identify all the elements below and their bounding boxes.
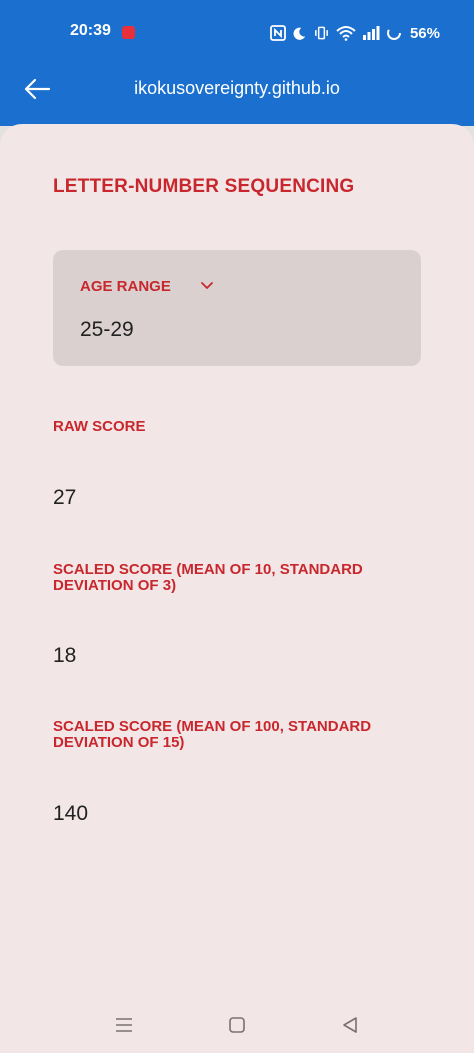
age-range-select[interactable]: AGE RANGE 25-29 — [53, 250, 421, 366]
home-icon[interactable] — [225, 1013, 249, 1037]
raw-score-value: 27 — [53, 486, 77, 509]
age-range-label: AGE RANGE — [80, 278, 171, 295]
scaled-score-10-value: 18 — [53, 644, 77, 667]
page-url: ikokusovereignty.github.io — [134, 78, 340, 98]
battery-percent: 56% — [409, 24, 440, 42]
scaled-score-100-value: 140 — [53, 802, 89, 825]
status-time: 20:39 — [70, 22, 111, 39]
notification-icon — [122, 26, 135, 39]
chevron-down-icon — [199, 278, 215, 294]
browser-header: 20:39 56% ikokusovereignty.github.io — [0, 0, 474, 126]
age-range-value: 25-29 — [80, 318, 134, 341]
battery-icon — [386, 25, 402, 41]
signal-icon — [362, 25, 380, 41]
browser-nav-bar: ikokusovereignty.github.io — [0, 64, 474, 114]
scaled-score-100-label: SCALED SCORE (MEAN OF 100, STANDARD DEVI… — [53, 718, 372, 751]
content-sheet: LETTER-NUMBER SEQUENCING AGE RANGE 25-29… — [0, 124, 474, 1053]
status-icons: 56% — [270, 23, 440, 43]
vibrate-icon — [313, 25, 330, 41]
system-nav-bar — [0, 997, 474, 1053]
raw-score-label: RAW SCORE — [53, 418, 146, 435]
do-not-disturb-icon — [292, 26, 307, 41]
scaled-score-10-label: SCALED SCORE (MEAN OF 10, STANDARD DEVIA… — [53, 561, 363, 594]
status-bar: 20:39 56% — [0, 0, 474, 64]
wifi-icon — [336, 25, 356, 41]
page-title: LETTER-NUMBER SEQUENCING — [53, 176, 355, 197]
back-triangle-icon[interactable] — [338, 1013, 362, 1037]
recents-icon[interactable] — [112, 1013, 136, 1037]
nfc-icon — [270, 25, 286, 41]
